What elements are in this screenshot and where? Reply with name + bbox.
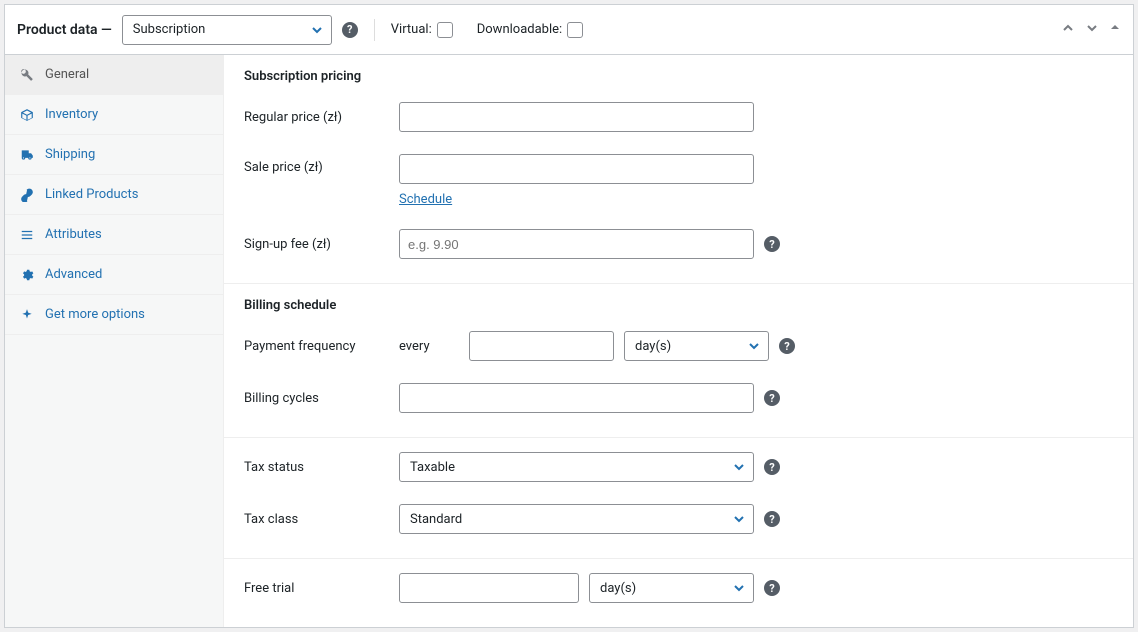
tab-label: Linked Products [45, 187, 138, 202]
tab-linked-products[interactable]: Linked Products [5, 175, 223, 215]
metabox-header-controls [1061, 21, 1121, 39]
product-data-tabs: General Inventory Shipping Linked Produc… [5, 55, 224, 627]
tab-get-more-options[interactable]: Get more options [5, 295, 223, 335]
section-heading: Billing schedule [244, 298, 1113, 313]
downloadable-checkbox[interactable] [567, 22, 583, 38]
metabox-title: Product data — [17, 22, 112, 38]
regular-price-label: Regular price (zł) [244, 110, 399, 125]
tab-advanced[interactable]: Advanced [5, 255, 223, 295]
move-up-icon[interactable] [1061, 21, 1075, 39]
virtual-checkbox-group[interactable]: Virtual: [391, 22, 453, 38]
tab-shipping[interactable]: Shipping [5, 135, 223, 175]
signup-fee-help-icon[interactable]: ? [764, 236, 780, 252]
signup-fee-input[interactable] [399, 229, 754, 259]
free-trial-label: Free trial [244, 581, 399, 596]
product-type-select[interactable]: Subscription [122, 15, 332, 45]
plus-sparkle-icon [19, 308, 35, 322]
downloadable-checkbox-group[interactable]: Downloadable: [477, 22, 583, 38]
free-trial-row: Free trial day(s) ? [244, 573, 1113, 603]
tax-status-help-icon[interactable]: ? [764, 459, 780, 475]
tab-label: Attributes [45, 227, 102, 242]
tax-status-value: Taxable [410, 460, 455, 475]
tax-section: Tax status Taxable ? Tax class Standard [224, 438, 1133, 559]
virtual-checkbox[interactable] [437, 22, 453, 38]
tab-label: Advanced [45, 267, 102, 282]
payment-frequency-label: Payment frequency [244, 339, 399, 354]
wrench-icon [19, 68, 35, 82]
free-trial-input[interactable] [399, 573, 579, 603]
metabox-header: Product data — Subscription ? Virtual: D… [5, 5, 1133, 55]
tab-label: General [45, 67, 89, 82]
tab-inventory[interactable]: Inventory [5, 95, 223, 135]
free-trial-unit-value: day(s) [600, 581, 636, 596]
tax-class-label: Tax class [244, 512, 399, 527]
billing-cycles-row: Billing cycles ? [244, 383, 1113, 413]
collapse-icon[interactable] [1109, 21, 1121, 39]
billing-cycles-input[interactable] [399, 383, 754, 413]
billing-cycles-label: Billing cycles [244, 391, 399, 406]
sale-price-label: Sale price (zł) [244, 154, 399, 175]
downloadable-label: Downloadable: [477, 22, 562, 37]
payment-frequency-unit-select[interactable]: day(s) [624, 331, 769, 361]
chevron-down-icon [311, 24, 323, 36]
payment-frequency-row: Payment frequency every day(s) ? [244, 331, 1113, 361]
gear-icon [19, 268, 35, 282]
subscription-pricing-section: Subscription pricing Regular price (zł) … [224, 55, 1133, 284]
tax-status-select[interactable]: Taxable [399, 452, 754, 482]
sale-price-input[interactable] [399, 154, 754, 184]
move-down-icon[interactable] [1085, 21, 1099, 39]
tab-label: Shipping [45, 147, 95, 162]
chevron-down-icon [748, 340, 760, 352]
billing-cycles-help-icon[interactable]: ? [764, 390, 780, 406]
metabox-body: General Inventory Shipping Linked Produc… [5, 55, 1133, 627]
regular-price-input[interactable] [399, 102, 754, 132]
tax-class-value: Standard [410, 512, 462, 527]
payment-frequency-input[interactable] [469, 331, 614, 361]
tax-class-row: Tax class Standard ? [244, 504, 1113, 534]
regular-price-row: Regular price (zł) [244, 102, 1113, 132]
chevron-down-icon [733, 582, 745, 594]
tab-general[interactable]: General [5, 55, 223, 95]
virtual-label: Virtual: [391, 22, 432, 37]
inventory-icon [19, 108, 35, 122]
chevron-down-icon [733, 461, 745, 473]
product-type-value: Subscription [133, 22, 206, 37]
tab-label: Get more options [45, 307, 145, 322]
chevron-down-icon [733, 513, 745, 525]
tab-attributes[interactable]: Attributes [5, 215, 223, 255]
every-text: every [399, 339, 449, 354]
schedule-link[interactable]: Schedule [399, 192, 754, 207]
payment-frequency-help-icon[interactable]: ? [779, 338, 795, 354]
product-data-metabox: Product data — Subscription ? Virtual: D… [4, 4, 1134, 628]
truck-icon [19, 148, 35, 162]
signup-fee-row: Sign-up fee (zł) ? [244, 229, 1113, 259]
tab-label: Inventory [45, 107, 98, 122]
free-trial-unit-select[interactable]: day(s) [589, 573, 754, 603]
tax-status-row: Tax status Taxable ? [244, 452, 1113, 482]
sale-price-row: Sale price (zł) Schedule [244, 154, 1113, 207]
signup-fee-label: Sign-up fee (zł) [244, 237, 399, 252]
billing-schedule-section: Billing schedule Payment frequency every… [224, 284, 1133, 438]
separator [374, 19, 375, 41]
link-icon [19, 188, 35, 202]
section-heading: Subscription pricing [244, 69, 1113, 84]
general-panel: Subscription pricing Regular price (zł) … [224, 55, 1133, 627]
tax-class-select[interactable]: Standard [399, 504, 754, 534]
payment-frequency-unit-value: day(s) [635, 339, 671, 354]
tax-status-label: Tax status [244, 460, 399, 475]
free-trial-help-icon[interactable]: ? [764, 580, 780, 596]
tax-class-help-icon[interactable]: ? [764, 511, 780, 527]
product-type-help-icon[interactable]: ? [342, 22, 358, 38]
list-icon [19, 228, 35, 242]
